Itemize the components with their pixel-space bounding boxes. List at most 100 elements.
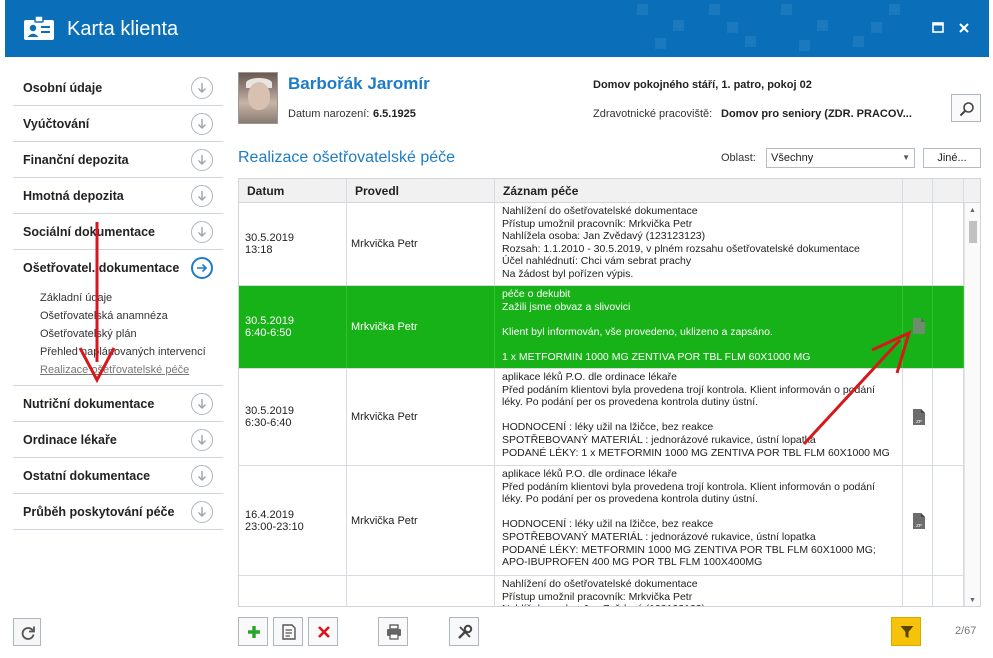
add-button[interactable] [238, 617, 268, 646]
table-row[interactable]: 30.5.2019 13:18 Mrkvička Petr Nahlížení d… [239, 203, 964, 286]
nav-item-socialni-dokumentace[interactable]: Sociální dokumentace [13, 214, 223, 250]
maximize-icon[interactable] [927, 17, 949, 39]
cell-icon: ZP [903, 466, 933, 575]
row-record: Nahlížení do ošetřovatelské dokumentace … [495, 203, 903, 285]
table-scrollbar[interactable]: ▲ ▼ [964, 203, 980, 606]
cell-performed-by: Mrkvička Petr [347, 203, 495, 285]
column-header-provedl[interactable]: Provedl [347, 179, 495, 203]
subnav-item-realizace[interactable]: Realizace ošetřovatelské péče [40, 361, 223, 379]
chevron-right-icon [191, 257, 213, 279]
nav-item-nutricni-dokumentace[interactable]: Nutriční dokumentace [13, 386, 223, 422]
nav-item-label: Vyúčtování [23, 117, 90, 131]
contact-card-icon [24, 15, 54, 40]
oblast-label: Oblast: [721, 152, 756, 164]
nav-item-label: Osobní údaje [23, 81, 103, 95]
row-performer: Mrkvička Petr [351, 411, 418, 423]
nav-item-financni-depozita[interactable]: Finanční depozita [13, 142, 223, 178]
chevron-down-icon [191, 221, 213, 243]
subnav-item-zakladni-udaje[interactable]: Základní údaje [40, 289, 223, 307]
cell-icon: ZP [903, 369, 933, 465]
cell-icon [903, 576, 933, 606]
sidebar-nav: Osobní údaje Vyúčtování Finanční depozit… [13, 70, 223, 530]
nav-item-label: Ošetřovatel. dokumentace [23, 261, 180, 275]
window-title: Karta klienta [67, 18, 179, 40]
table-row[interactable]: 16.4.2019 23:00-23:10 Mrkvička Petr aplik… [239, 466, 964, 576]
subnav-item-intervence[interactable]: Přehled naplánovaných intervencí [40, 343, 223, 361]
column-header-zaznam[interactable]: Záznam péče [495, 179, 903, 203]
chevron-down-icon: ▼ [902, 153, 910, 162]
subnav-item-anamneza[interactable]: Ošetřovatelská anamnéza [40, 307, 223, 325]
client-name: Barbořák Jaromír [288, 74, 430, 93]
table-row-selected[interactable]: 30.5.2019 6:40-6:50 Mrkvička Petr péče o … [239, 286, 964, 369]
table-row[interactable]: 30.5.2019 6:30-6:40 Mrkvička Petr aplikac… [239, 369, 964, 466]
column-header-datum[interactable]: Datum [239, 179, 347, 203]
chevron-down-icon [191, 185, 213, 207]
refresh-button[interactable] [13, 618, 41, 646]
edit-icon [282, 624, 296, 640]
signed-document-icon[interactable] [912, 318, 926, 334]
nav-item-label: Nutriční dokumentace [23, 397, 155, 411]
residence-info: Domov pokojného stáří, 1. patro, pokoj 0… [593, 79, 812, 91]
cell-extra [933, 286, 964, 368]
chevron-down-icon [191, 429, 213, 451]
chevron-down-icon [191, 465, 213, 487]
row-time: 13:18 [245, 244, 273, 256]
cell-date: 30.5.2019 6:40-6:50 [239, 286, 347, 368]
signed-document-icon[interactable]: ZP [912, 409, 926, 425]
pager-text: 2/67 [955, 625, 977, 637]
nav-item-prubeh-pece[interactable]: Průběh poskytování péče [13, 494, 223, 530]
svg-text:ZP: ZP [916, 523, 922, 528]
print-button[interactable] [378, 617, 408, 646]
nav-item-label: Ostatní dokumentace [23, 469, 151, 483]
nav-item-vyuctovani[interactable]: Vyúčtování [13, 106, 223, 142]
nav-item-label: Sociální dokumentace [23, 225, 155, 239]
scroll-up-icon[interactable]: ▲ [969, 207, 976, 214]
row-record: péče o dekubit Zažili jsme obvaz a slivo… [495, 286, 903, 368]
row-performer: Mrkvička Petr [351, 514, 418, 527]
search-button[interactable] [951, 94, 981, 122]
row-record: Nahlížení do ošetřovatelské dokumentace … [495, 576, 903, 606]
settings-button[interactable] [449, 617, 479, 646]
delete-button[interactable] [308, 617, 338, 646]
scroll-down-icon[interactable]: ▼ [969, 597, 976, 604]
row-date: 16.4.2019 [245, 508, 294, 521]
table-body: 30.5.2019 13:18 Mrkvička Petr Nahlížení d… [239, 203, 964, 606]
cell-date [239, 576, 347, 606]
cell-performed-by [347, 576, 495, 606]
svg-text:ZP: ZP [916, 419, 922, 424]
section-title: Realizace ošetřovatelské péče [238, 149, 456, 166]
delete-icon [318, 626, 330, 638]
filter-button[interactable] [891, 617, 921, 646]
nav-item-label: Průběh poskytování péče [23, 505, 175, 519]
nav-item-osetrovatel-dokumentace[interactable]: Ošetřovatel. dokumentace [13, 250, 223, 286]
close-icon[interactable] [953, 17, 975, 39]
chevron-down-icon [191, 393, 213, 415]
other-button[interactable]: Jiné... [923, 148, 981, 168]
nav-item-label: Ordinace lékaře [23, 433, 117, 447]
nav-item-osobni-udaje[interactable]: Osobní údaje [13, 70, 223, 106]
scrollbar-thumb[interactable] [969, 221, 977, 243]
subnav-list: Základní údaje Ošetřovatelská anamnéza O… [13, 286, 223, 386]
oblast-select[interactable]: Všechny ▼ [766, 148, 915, 168]
column-header-extra [933, 179, 964, 203]
subnav-item-plan[interactable]: Ošetřovatelský plán [40, 325, 223, 343]
nav-item-ostatni-dokumentace[interactable]: Ostatní dokumentace [13, 458, 223, 494]
row-date: 30.5.2019 [245, 315, 294, 327]
column-header-icon [903, 179, 933, 203]
workplace-value: Domov pro seniory (ZDR. PRACOV... [721, 108, 912, 120]
chevron-down-icon [191, 77, 213, 99]
nav-item-label: Finanční depozita [23, 153, 129, 167]
signed-document-icon[interactable]: ZP [912, 513, 926, 529]
filter-icon [900, 626, 914, 638]
edit-button[interactable] [273, 617, 303, 646]
table-row[interactable]: Nahlížení do ošetřovatelské dokumentace … [239, 576, 964, 606]
cell-extra [933, 466, 964, 575]
tools-icon [458, 624, 473, 639]
cell-performed-by: Mrkvička Petr [347, 286, 495, 368]
oblast-value: Všechny [771, 152, 814, 164]
row-record: aplikace léků P.O. dle ordinace lékaře P… [495, 466, 903, 575]
nav-item-hmotna-depozita[interactable]: Hmotná depozita [13, 178, 223, 214]
nav-item-ordinace-lekare[interactable]: Ordinace lékaře [13, 422, 223, 458]
row-performer: Mrkvička Petr [351, 321, 418, 333]
cell-performed-by: Mrkvička Petr [347, 369, 495, 465]
